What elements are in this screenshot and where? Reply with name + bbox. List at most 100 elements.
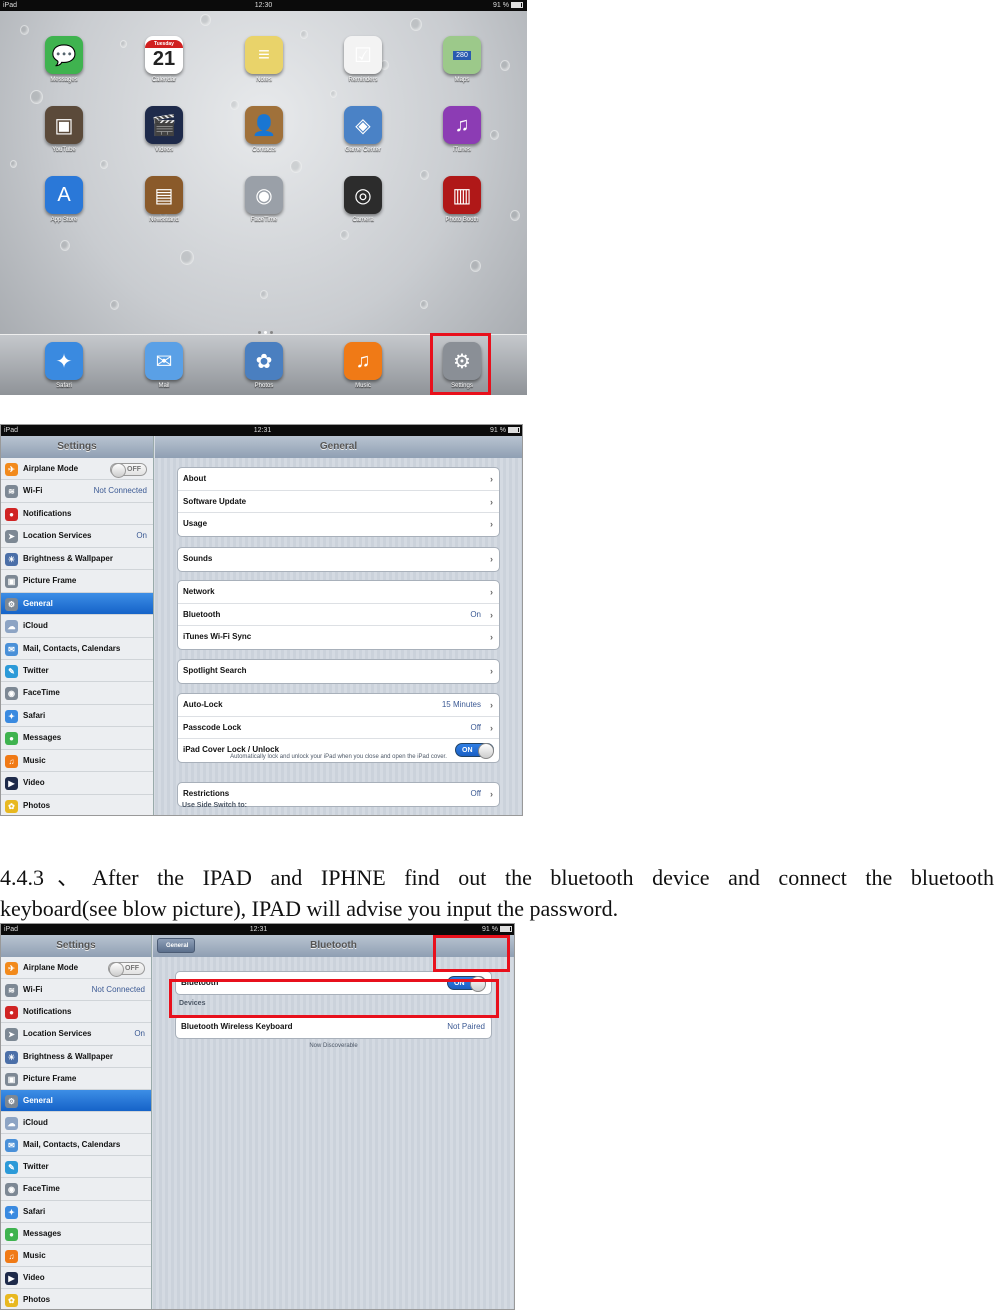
row-passcode-lock[interactable]: Passcode Lock Off › xyxy=(178,717,499,739)
row-network[interactable]: Network › xyxy=(178,581,499,604)
app-facetime[interactable]: ◉ FaceTime xyxy=(238,176,290,223)
app-calendar[interactable]: Tuesday 21 Calendar xyxy=(138,36,190,83)
app-newsstand[interactable]: ▤ Newsstand xyxy=(138,176,190,223)
row-sounds[interactable]: Sounds › xyxy=(178,548,499,571)
airplane-mode-toggle[interactable]: OFF xyxy=(110,463,147,478)
sidebar-item-notifications[interactable]: ● Notifications xyxy=(1,1001,151,1024)
dock-app-mail[interactable]: ✉ Mail xyxy=(138,342,190,389)
contacts-icon: 👤 xyxy=(245,106,283,144)
app-videos[interactable]: 🎬 Videos xyxy=(138,106,190,153)
facetime-small-icon: ◉ xyxy=(5,1183,18,1197)
sidebar-item-video[interactable]: ▶ Video xyxy=(1,1267,151,1290)
settings-group: Sounds › xyxy=(177,547,500,572)
chevron-right-icon: › xyxy=(490,632,493,642)
app-app-store[interactable]: A App Store xyxy=(38,176,90,223)
sidebar-item-label: Location Services xyxy=(23,531,92,541)
app-reminders[interactable]: ☑ Reminders xyxy=(337,36,389,83)
row-about[interactable]: About › xyxy=(178,468,499,491)
sidebar-item-icloud[interactable]: ☁ iCloud xyxy=(1,615,153,638)
sidebar-item-video[interactable]: ▶ Video xyxy=(1,772,153,795)
sidebar-item-general[interactable]: ⚙ General xyxy=(1,1089,151,1112)
sidebar-item-label: Twitter xyxy=(23,665,49,675)
bluetooth-settings-screenshot: iPad 12:31 91 % Settings ✈ Airplane Mode O… xyxy=(0,923,515,1310)
row-bluetooth[interactable]: Bluetooth On › xyxy=(178,604,499,626)
row-spotlight-search[interactable]: Spotlight Search › xyxy=(178,660,499,683)
sidebar-item-label: Messages xyxy=(23,1228,62,1238)
app-messages[interactable]: 💬 Messages xyxy=(38,36,90,83)
sidebar-item-picture-frame[interactable]: ▣ Picture Frame xyxy=(1,570,153,593)
general-icon: ⚙ xyxy=(5,1094,18,1108)
twitter-icon: ✎ xyxy=(5,1161,18,1175)
icloud-icon: ☁ xyxy=(5,620,18,634)
row-software-update[interactable]: Software Update › xyxy=(178,491,499,513)
sidebar-item-location-services[interactable]: ➤ Location Services On xyxy=(1,1023,151,1046)
sidebar-item-safari[interactable]: ✦ Safari xyxy=(1,1201,151,1223)
row-usage[interactable]: Usage › xyxy=(178,513,499,536)
sidebar-item-facetime[interactable]: ◉ FaceTime xyxy=(1,682,153,705)
airplane-mode-toggle[interactable]: OFF xyxy=(108,962,145,977)
sidebar-item-photos[interactable]: ✿ Photos xyxy=(1,1289,151,1309)
app-itunes[interactable]: ♫ iTunes xyxy=(436,106,488,153)
device-status: Not Paired xyxy=(447,1022,485,1031)
maps-icon: 280 xyxy=(443,36,481,74)
sidebar-item-safari[interactable]: ✦ Safari xyxy=(1,705,153,728)
sidebar-item-label: Airplane Mode xyxy=(23,464,79,473)
dock-app-safari[interactable]: ✦ Safari xyxy=(38,342,90,389)
sidebar-item-mail-contacts-calendars[interactable]: ✉ Mail, Contacts, Calendars xyxy=(1,638,153,660)
notifications-icon: ● xyxy=(5,507,18,521)
row-itunes-wi-fi-sync[interactable]: iTunes Wi-Fi Sync › xyxy=(178,626,499,649)
water-drop xyxy=(330,90,337,98)
row-auto-lock[interactable]: Auto-Lock 15 Minutes › xyxy=(178,694,499,717)
photo-booth-icon: ▥ xyxy=(443,176,481,214)
sidebar-item-label: Notifications xyxy=(23,508,72,518)
sidebar-item-facetime[interactable]: ◉ FaceTime xyxy=(1,1178,151,1201)
sidebar-item-wi-fi[interactable]: ≋ Wi-Fi Not Connected xyxy=(1,480,153,503)
water-drop xyxy=(180,250,194,266)
settings-group: Auto-Lock 15 Minutes › Passcode Lock Off › iPa… xyxy=(177,693,500,763)
sidebar-item-notifications[interactable]: ● Notifications xyxy=(1,503,153,526)
video-small-icon: ▶ xyxy=(5,1271,18,1285)
app-notes[interactable]: ≡ Notes xyxy=(238,36,290,83)
sidebar-item-icloud[interactable]: ☁ iCloud xyxy=(1,1112,151,1135)
water-drop xyxy=(420,300,428,309)
sidebar-item-twitter[interactable]: ✎ Twitter xyxy=(1,1156,151,1179)
device-row[interactable]: Bluetooth Wireless Keyboard Not Paired xyxy=(176,1016,491,1038)
back-button-general[interactable]: General xyxy=(157,938,196,953)
sidebar-item-location-services[interactable]: ➤ Location Services On xyxy=(1,525,153,548)
app-maps[interactable]: 280 Maps xyxy=(436,36,488,83)
sidebar-item-brightness-wallpaper[interactable]: ☀ Brightness & Wallpaper xyxy=(1,548,153,571)
dock-app-photos[interactable]: ✿ Photos xyxy=(238,342,290,389)
sidebar-item-music[interactable]: ♫ Music xyxy=(1,1245,151,1267)
chevron-right-icon: › xyxy=(490,609,493,620)
sidebar-item-picture-frame[interactable]: ▣ Picture Frame xyxy=(1,1068,151,1090)
row-value: 15 Minutes xyxy=(441,700,481,709)
app-game-center[interactable]: ◈ Game Center xyxy=(337,106,389,153)
row-label: Network xyxy=(183,587,215,596)
sidebar-item-airplane-mode[interactable]: ✈ Airplane Mode OFF xyxy=(1,458,153,481)
app-label: Maps xyxy=(454,77,470,83)
water-drop xyxy=(420,170,429,180)
sidebar-item-twitter[interactable]: ✎ Twitter xyxy=(1,660,153,683)
sidebar-item-wi-fi[interactable]: ≋ Wi-Fi Not Connected xyxy=(1,979,151,1002)
sidebar-item-label: Mail, Contacts, Calendars xyxy=(23,1140,121,1150)
sidebar-item-music[interactable]: ♫ Music xyxy=(1,750,153,773)
water-drop xyxy=(490,130,499,140)
water-drop xyxy=(470,260,481,273)
app-youtube[interactable]: ▣ YouTube xyxy=(38,106,90,153)
water-drop xyxy=(340,230,349,240)
sidebar-item-photos[interactable]: ✿ Photos xyxy=(1,795,153,815)
dock-app-music[interactable]: ♫ Music xyxy=(337,342,389,389)
row-label: iPad Cover Lock / Unlock xyxy=(183,745,280,754)
sidebar-item-airplane-mode[interactable]: ✈ Airplane Mode OFF xyxy=(1,957,151,980)
sidebar-item-general[interactable]: ⚙ General xyxy=(1,592,153,616)
sidebar-item-messages[interactable]: ● Messages xyxy=(1,1223,151,1245)
instruction-line-2: keyboard(see blow picture), IPAD will ad… xyxy=(0,896,619,921)
app-photo-booth[interactable]: ▥ Photo Booth xyxy=(436,176,488,223)
sidebar-item-brightness-wallpaper[interactable]: ☀ Brightness & Wallpaper xyxy=(1,1046,151,1068)
sidebar-item-messages[interactable]: ● Messages xyxy=(1,727,153,750)
sidebar-item-label: Messages xyxy=(23,733,62,743)
app-camera[interactable]: ◎ Camera xyxy=(337,176,389,223)
sidebar-item-mail-contacts-calendars[interactable]: ✉ Mail, Contacts, Calendars xyxy=(1,1134,151,1157)
location-icon: ➤ xyxy=(5,530,18,544)
app-contacts[interactable]: 👤 Contacts xyxy=(238,106,290,153)
